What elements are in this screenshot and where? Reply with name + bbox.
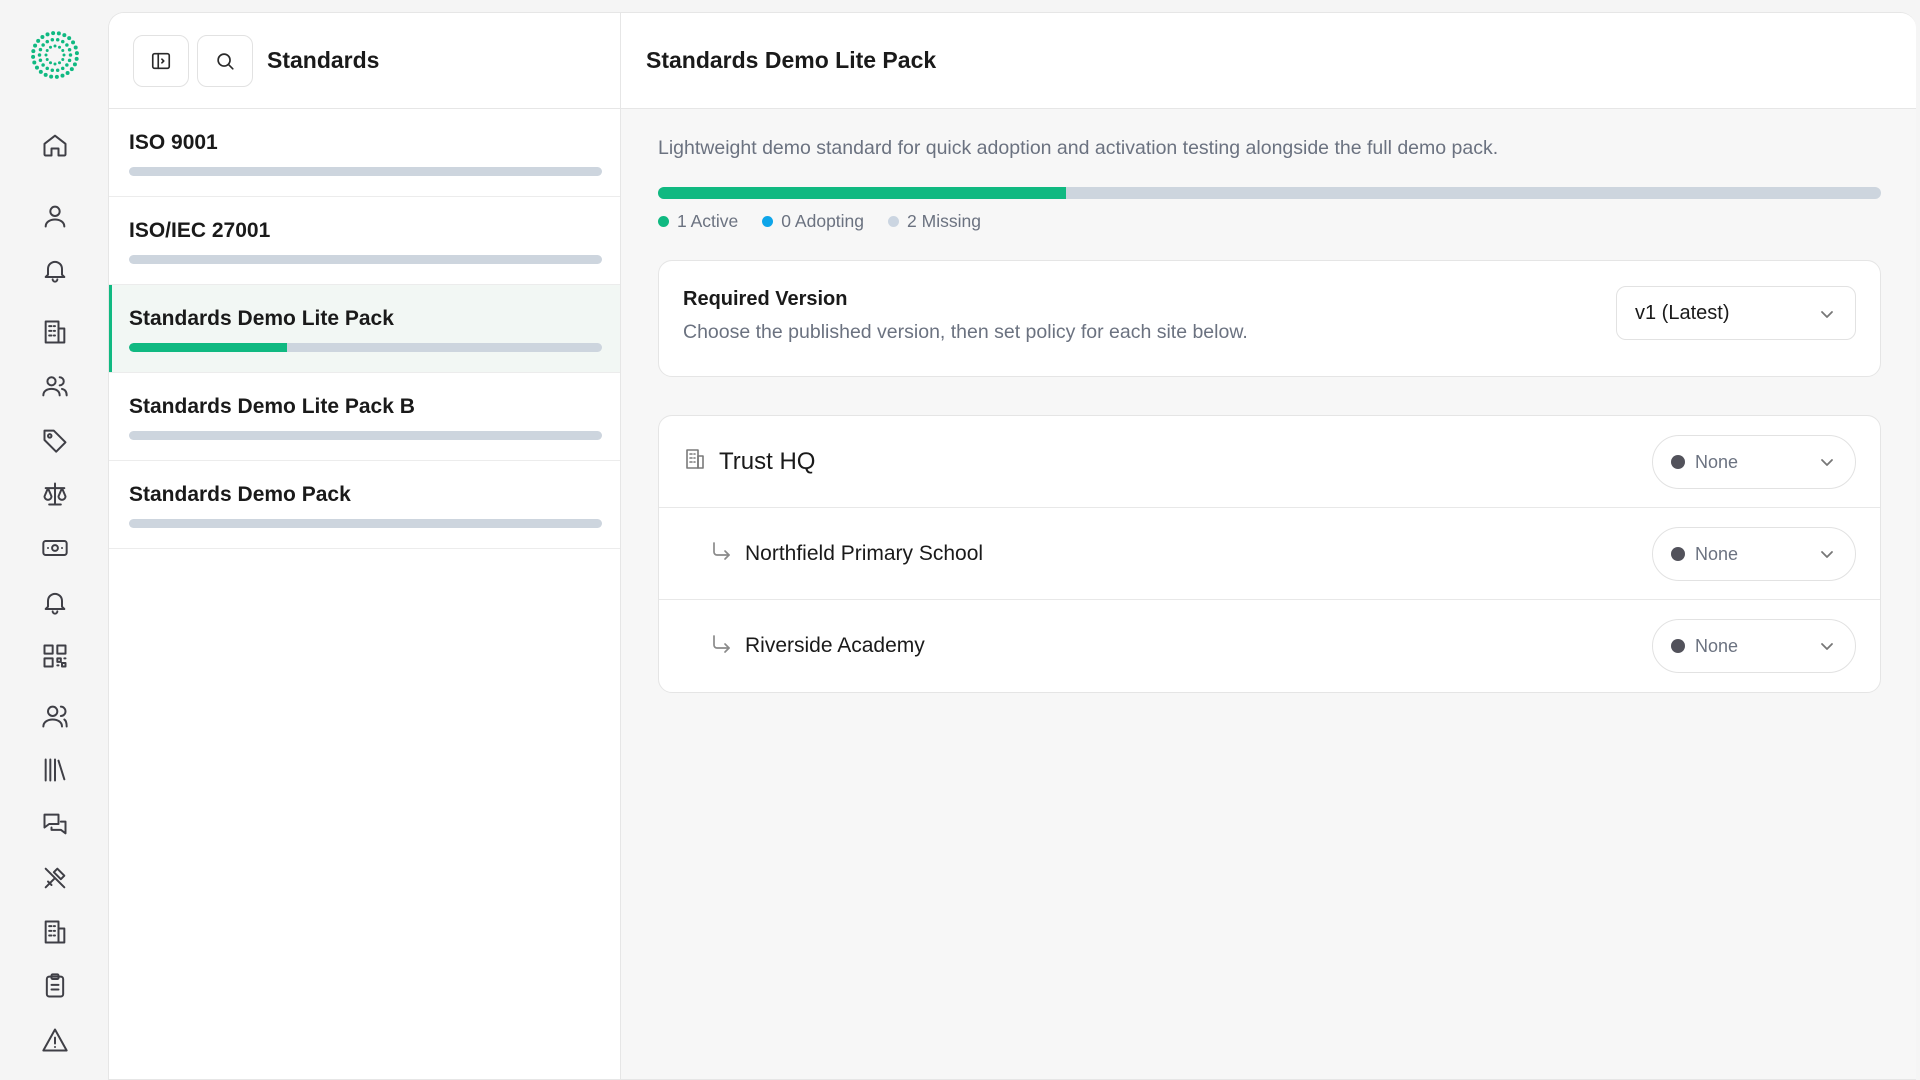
- site-name: Riverside Academy: [745, 634, 925, 657]
- list-item[interactable]: ISO 9001: [109, 109, 620, 197]
- legend-adopting: 0 Adopting: [762, 211, 864, 232]
- site-name: Trust HQ: [719, 447, 816, 475]
- progress-legend: 1 Active 0 Adopting 2 Missing: [658, 211, 1878, 232]
- standard-progress: [129, 431, 602, 440]
- chevron-down-icon: [1819, 546, 1835, 562]
- site-row: Northfield Primary School None: [659, 508, 1880, 600]
- bell-icon[interactable]: [39, 254, 71, 286]
- standard-progress: [129, 167, 602, 176]
- search-button[interactable]: [197, 34, 253, 87]
- search-icon: [217, 52, 234, 70]
- legend-active: 1 Active: [658, 211, 738, 232]
- home-icon[interactable]: [39, 129, 71, 161]
- legend-active-label: 1 Active: [677, 211, 739, 231]
- standard-name: ISO/IEC 27001: [129, 219, 271, 242]
- sidebar-toggle-icon: [151, 52, 171, 69]
- standard-name: ISO 9001: [129, 131, 218, 154]
- active-dot: [658, 216, 669, 227]
- library-icon[interactable]: [39, 754, 71, 786]
- status-dot: [1671, 639, 1685, 653]
- detail-header: Standards Demo Lite Pack: [621, 13, 1916, 109]
- list-item[interactable]: Standards Demo Pack: [109, 461, 620, 549]
- subdirectory-arrow-icon: [709, 539, 733, 568]
- list-item[interactable]: ISO/IEC 27001: [109, 197, 620, 285]
- scale-icon[interactable]: [39, 478, 71, 510]
- policy-select[interactable]: None: [1652, 435, 1856, 489]
- users-icon[interactable]: [39, 370, 71, 402]
- chevron-down-icon: [1819, 305, 1835, 321]
- legend-missing-label: 2 Missing: [907, 211, 981, 231]
- toggle-sidebar-button[interactable]: [133, 34, 189, 87]
- site-row: Trust HQ None: [659, 416, 1880, 508]
- chevron-down-icon: [1819, 638, 1835, 654]
- required-version-panel: Required Version Choose the published ve…: [658, 260, 1881, 377]
- messages-icon[interactable]: [39, 808, 71, 840]
- detail-panel: Standards Demo Lite Pack Lightweight dem…: [621, 13, 1916, 1079]
- main-card: Standards ISO 9001 ISO/IEC 27001 Standar…: [108, 12, 1916, 1080]
- tag-icon[interactable]: [39, 424, 71, 456]
- subdirectory-arrow-icon: [709, 632, 733, 661]
- standard-name: Standards Demo Pack: [129, 483, 351, 506]
- clipboard-icon[interactable]: [39, 970, 71, 1002]
- policy-select-value: None: [1695, 451, 1739, 472]
- site-name: Northfield Primary School: [745, 541, 984, 565]
- legend-adopting-label: 0 Adopting: [781, 211, 865, 231]
- chevron-down-icon: [1819, 454, 1835, 470]
- user-icon[interactable]: [39, 200, 71, 232]
- site-row: Riverside Academy None: [659, 600, 1880, 692]
- standard-progress: [129, 343, 602, 352]
- icon-rail: [0, 0, 110, 1080]
- status-dot: [1671, 455, 1685, 469]
- policy-select-value: None: [1695, 543, 1739, 564]
- bell-icon[interactable]: [39, 586, 71, 618]
- standard-progress: [129, 519, 602, 528]
- tools-icon[interactable]: [39, 862, 71, 894]
- logo-icon: [31, 31, 79, 79]
- list-item-active[interactable]: Standards Demo Lite Pack: [109, 285, 620, 373]
- adopting-dot: [762, 216, 774, 227]
- missing-dot: [888, 216, 900, 227]
- policy-select[interactable]: None: [1652, 619, 1856, 673]
- standard-description: Lightweight demo standard for quick adop…: [658, 137, 1499, 159]
- qr-code-icon[interactable]: [39, 640, 71, 672]
- adoption-progress-bar: [658, 187, 1881, 199]
- page-title: Standards Demo Lite Pack: [646, 47, 937, 73]
- building-icon: [683, 447, 707, 476]
- standards-list-panel: Standards ISO 9001 ISO/IEC 27001 Standar…: [109, 13, 621, 1079]
- list-title: Standards: [267, 47, 380, 73]
- status-dot: [1671, 547, 1685, 561]
- standard-name: Standards Demo Lite Pack B: [129, 395, 415, 418]
- sites-panel: Trust HQ None Northfield Primary School …: [658, 415, 1881, 693]
- adoption-progress-fill: [658, 187, 1066, 199]
- version-select[interactable]: v1 (Latest): [1616, 286, 1856, 340]
- standard-progress: [129, 255, 602, 264]
- building-icon[interactable]: [39, 916, 71, 948]
- list-header: Standards: [109, 13, 620, 109]
- warning-icon[interactable]: [39, 1024, 71, 1056]
- people-icon[interactable]: [39, 700, 71, 732]
- money-icon[interactable]: [39, 532, 71, 564]
- list-item[interactable]: Standards Demo Lite Pack B: [109, 373, 620, 461]
- building-icon[interactable]: [39, 316, 71, 348]
- standard-name: Standards Demo Lite Pack: [129, 307, 394, 330]
- legend-missing: 2 Missing: [888, 211, 981, 232]
- version-select-value: v1 (Latest): [1635, 301, 1730, 324]
- policy-select[interactable]: None: [1652, 527, 1856, 581]
- policy-select-value: None: [1695, 635, 1739, 656]
